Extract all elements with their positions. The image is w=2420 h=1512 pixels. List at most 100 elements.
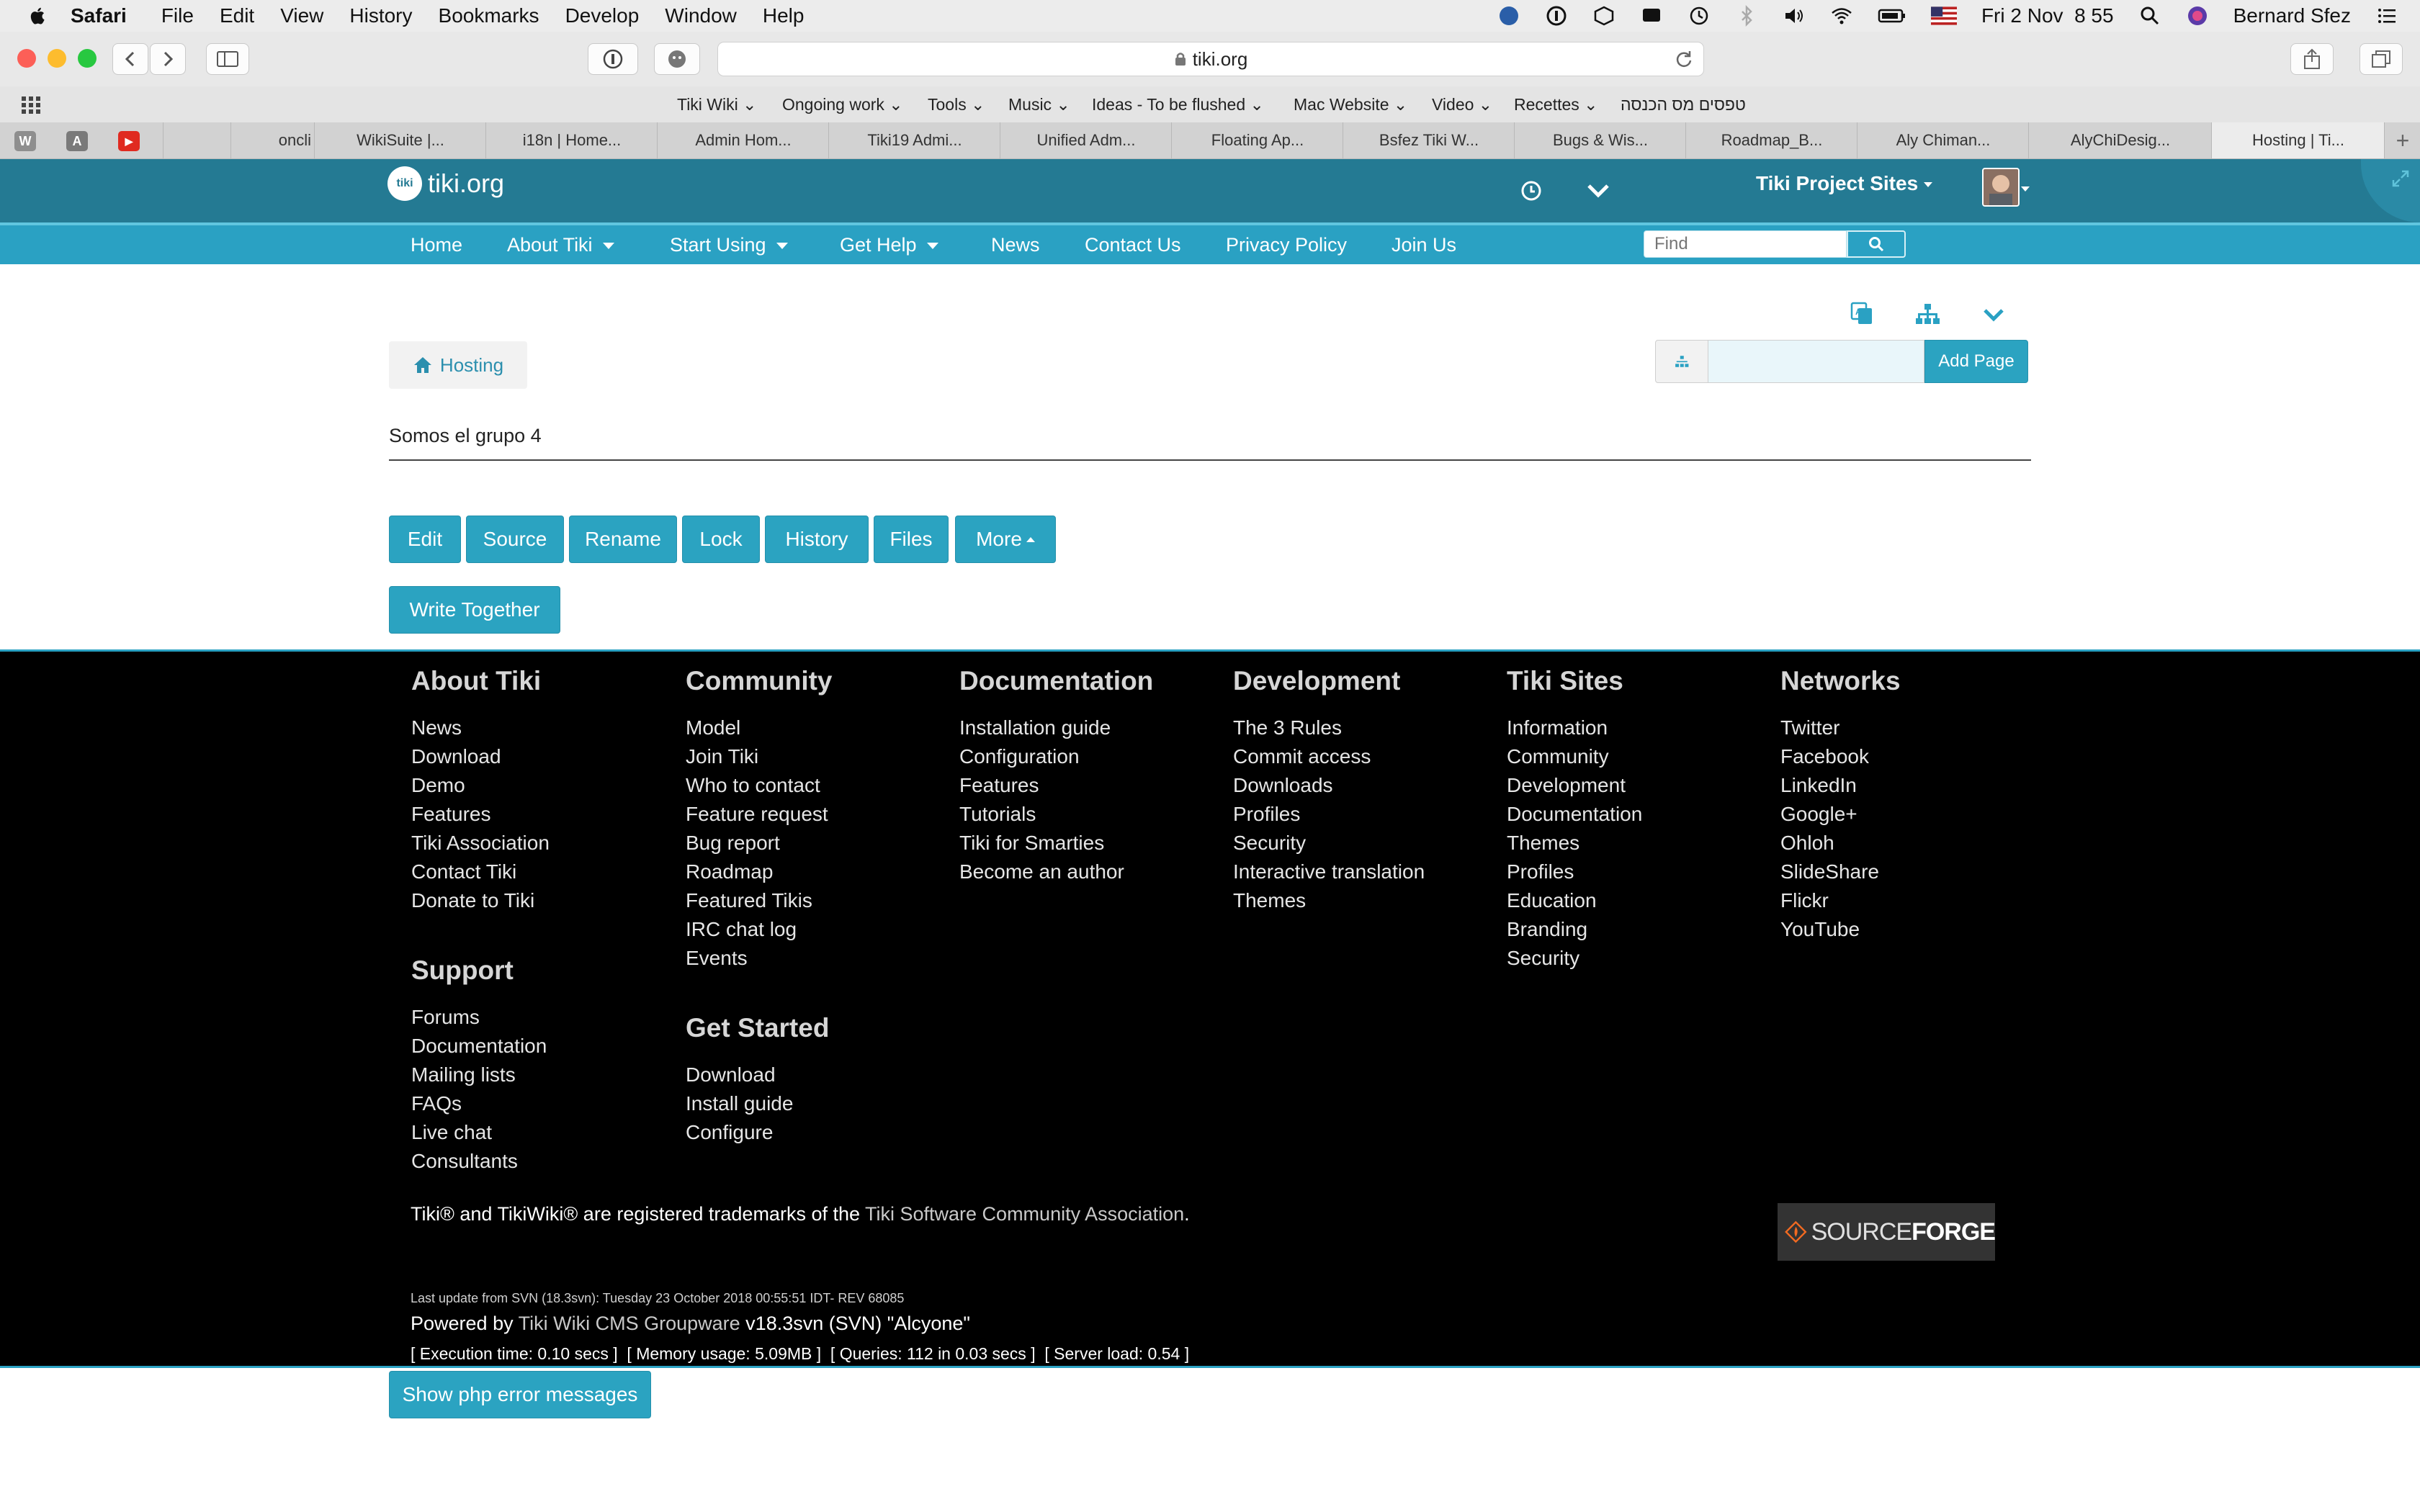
footer-link[interactable]: Tiki Association <box>411 829 550 858</box>
footer-link[interactable]: Configuration <box>959 742 1153 771</box>
footer-link[interactable]: FAQs <box>411 1089 547 1118</box>
footer-link[interactable]: Tutorials <box>959 800 1153 829</box>
history-button[interactable]: History <box>765 516 869 563</box>
show-php-errors-button[interactable]: Show php error messages <box>389 1371 651 1418</box>
footer-link[interactable]: IRC chat log <box>686 915 833 944</box>
menu-file[interactable]: File <box>161 4 194 27</box>
footer-link[interactable]: Branding <box>1507 915 1642 944</box>
footer-link[interactable]: Events <box>686 944 833 973</box>
tab-oncli[interactable]: oncli <box>230 122 314 158</box>
spotlight-search-icon[interactable] <box>2138 4 2161 27</box>
tab-admin-home[interactable]: Admin Hom... <box>657 122 829 158</box>
footer-link[interactable]: Tiki for Smarties <box>959 829 1153 858</box>
ghostery-extension-button[interactable] <box>654 43 700 75</box>
tiki-association-link[interactable]: Tiki Software Community Association <box>865 1203 1184 1225</box>
bookmark-folder-mac-website[interactable]: Mac Website ⌄ <box>1294 95 1407 114</box>
footer-link[interactable]: SlideShare <box>1780 858 1901 886</box>
edit-button[interactable]: Edit <box>389 516 461 563</box>
footer-link[interactable]: Download <box>686 1061 829 1089</box>
more-button[interactable]: More <box>955 516 1056 563</box>
bookmark-folder-ideas[interactable]: Ideas - To be flushed ⌄ <box>1092 95 1264 114</box>
footer-link[interactable]: Feature request <box>686 800 833 829</box>
footer-link[interactable]: Information <box>1507 714 1642 742</box>
notification-center-icon[interactable] <box>2375 4 2398 27</box>
footer-link[interactable]: Model <box>686 714 833 742</box>
footer-link[interactable]: Features <box>411 800 550 829</box>
footer-link[interactable]: LinkedIn <box>1780 771 1901 800</box>
site-search-button[interactable] <box>1847 230 1906 258</box>
site-search-input[interactable] <box>1644 230 1847 258</box>
lock-button[interactable]: Lock <box>682 516 760 563</box>
nav-news[interactable]: News <box>991 234 1040 256</box>
tab-i18n[interactable]: i18n | Home... <box>485 122 658 158</box>
tab-bsfez-tiki[interactable]: Bsfez Tiki W... <box>1343 122 1515 158</box>
menu-history[interactable]: History <box>349 4 412 27</box>
footer-link[interactable]: Forums <box>411 1003 547 1032</box>
wifi-icon[interactable] <box>1830 4 1853 27</box>
footer-link[interactable]: Documentation <box>1507 800 1642 829</box>
footer-link[interactable]: Features <box>959 771 1153 800</box>
fullscreen-toggle[interactable] <box>2361 159 2420 222</box>
close-window-button[interactable] <box>17 49 36 68</box>
avatar-caret-icon[interactable] <box>2021 186 2030 192</box>
minimize-window-button[interactable] <box>48 49 66 68</box>
forward-button[interactable] <box>150 43 186 75</box>
translate-icon[interactable]: A <box>1850 301 1874 327</box>
footer-link[interactable]: Interactive translation <box>1233 858 1425 886</box>
user-avatar[interactable] <box>1982 168 2020 207</box>
footer-link[interactable]: Education <box>1507 886 1642 915</box>
footer-link[interactable]: Themes <box>1233 886 1425 915</box>
footer-link[interactable]: Who to contact <box>686 771 833 800</box>
battery-icon[interactable] <box>1878 4 1906 27</box>
footer-link[interactable]: Featured Tikis <box>686 886 833 915</box>
bookmark-folder-tiki-wiki[interactable]: Tiki Wiki ⌄ <box>677 95 756 114</box>
footer-link[interactable]: Ohloh <box>1780 829 1901 858</box>
footer-link[interactable]: Installation guide <box>959 714 1153 742</box>
menu-bookmarks[interactable]: Bookmarks <box>439 4 539 27</box>
sidebar-toggle-button[interactable] <box>206 43 249 75</box>
time-machine-icon[interactable] <box>1688 4 1711 27</box>
footer-link[interactable]: Profiles <box>1507 858 1642 886</box>
footer-link[interactable]: Development <box>1507 771 1642 800</box>
bookmark-folder-recettes[interactable]: Recettes ⌄ <box>1514 95 1597 114</box>
footer-link[interactable]: Commit access <box>1233 742 1425 771</box>
pinned-tab-a[interactable]: A <box>66 131 88 151</box>
footer-link[interactable]: Twitter <box>1780 714 1901 742</box>
tab-roadmap[interactable]: Roadmap_B... <box>1685 122 1857 158</box>
footer-link[interactable]: Mailing lists <box>411 1061 547 1089</box>
footer-link[interactable]: News <box>411 714 550 742</box>
files-button[interactable]: Files <box>874 516 949 563</box>
rename-button[interactable]: Rename <box>569 516 677 563</box>
footer-link[interactable]: Security <box>1233 829 1425 858</box>
us-flag-input-icon[interactable] <box>1930 4 1957 27</box>
site-logo[interactable]: tiki tiki.org <box>387 166 504 201</box>
reload-icon[interactable] <box>1675 50 1693 68</box>
footer-link[interactable]: Flickr <box>1780 886 1901 915</box>
show-all-tabs-button[interactable] <box>2360 43 2403 75</box>
sourceforge-badge[interactable]: SOURCE FORGE <box>1778 1203 1996 1261</box>
menu-safari[interactable]: Safari <box>71 4 127 27</box>
chevron-down-icon[interactable] <box>1586 182 1610 199</box>
menubar-clock[interactable]: Fri 2 Nov 8 55 <box>1981 4 2114 27</box>
tab-hosting-active[interactable]: Hosting | Ti... <box>2211 122 2385 158</box>
footer-link[interactable]: Install guide <box>686 1089 829 1118</box>
nav-privacy-policy[interactable]: Privacy Policy <box>1226 234 1347 256</box>
footer-link[interactable]: Download <box>411 742 550 771</box>
tab-floating-ap[interactable]: Floating Ap... <box>1171 122 1343 158</box>
back-button[interactable] <box>112 43 148 75</box>
breadcrumb[interactable]: Hosting <box>389 341 527 389</box>
footer-link[interactable]: Profiles <box>1233 800 1425 829</box>
siri-icon[interactable] <box>2186 4 2209 27</box>
tab-alychidesign[interactable]: AlyChiDesig... <box>2028 122 2212 158</box>
share-button[interactable] <box>2290 43 2334 75</box>
new-tab-button[interactable]: + <box>2384 122 2420 158</box>
bookmark-folder-ongoing-work[interactable]: Ongoing work ⌄ <box>782 95 903 114</box>
footer-link[interactable]: Downloads <box>1233 771 1425 800</box>
footer-link[interactable]: Live chat <box>411 1118 547 1147</box>
bluetooth-icon[interactable] <box>1735 4 1758 27</box>
footer-link[interactable]: YouTube <box>1780 915 1901 944</box>
footer-link[interactable]: The 3 Rules <box>1233 714 1425 742</box>
footer-link[interactable]: Donate to Tiki <box>411 886 550 915</box>
password-extension-button[interactable] <box>588 43 638 75</box>
footer-link[interactable]: Facebook <box>1780 742 1901 771</box>
